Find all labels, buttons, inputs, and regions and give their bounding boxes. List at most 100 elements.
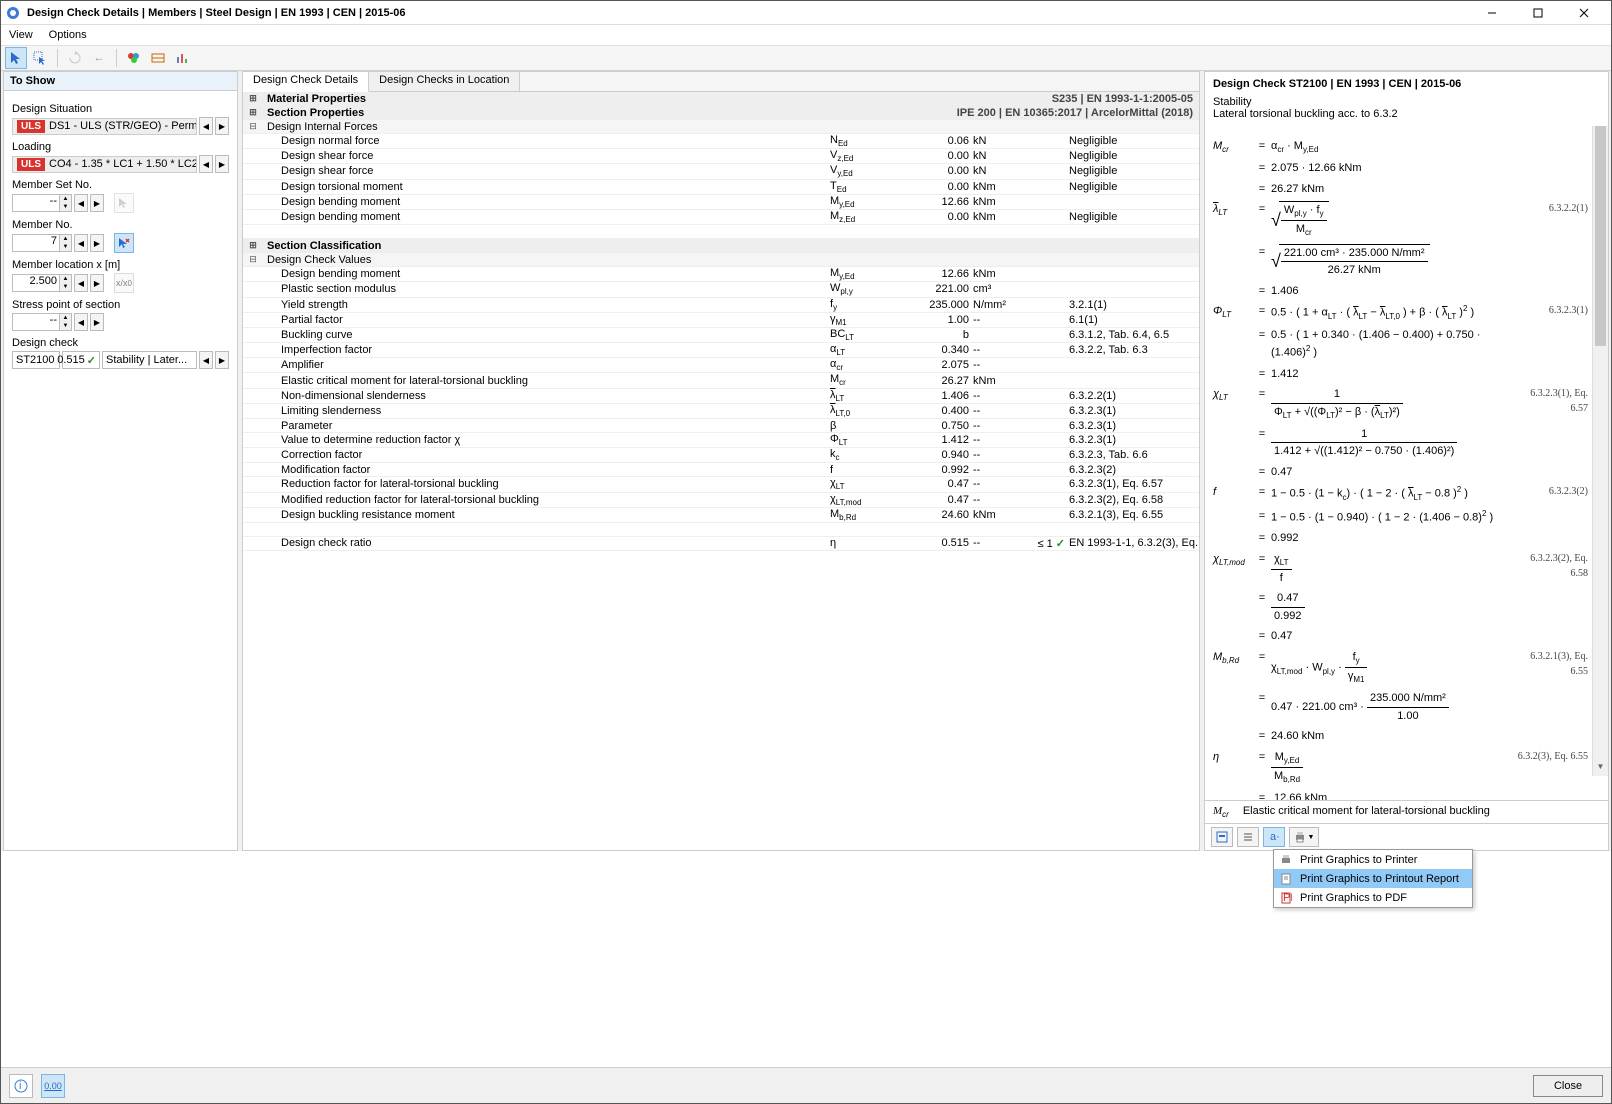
toolbar-select-icon[interactable] (29, 47, 51, 69)
stress-next-button[interactable]: ▶ (90, 313, 104, 331)
table-row[interactable]: Buckling curveBCLTb6.3.1.2, Tab. 6.4, 6.… (243, 328, 1199, 343)
right-panel-toolbar: a·z ▼ Print Graphics to Printer Print Gr… (1205, 823, 1608, 850)
member-no-label: Member No. (12, 219, 229, 231)
loading-next-button[interactable]: ▶ (215, 155, 229, 173)
toolbar-cursor-icon[interactable] (5, 47, 27, 69)
info-button[interactable]: i (9, 1074, 33, 1098)
rp-tool-1[interactable] (1211, 827, 1233, 847)
design-check-label: Design check (12, 337, 229, 349)
rp-tool-3[interactable]: a·z (1263, 827, 1285, 847)
maximize-button[interactable] (1515, 2, 1561, 24)
table-row[interactable]: Value to determine reduction factor χΦLT… (243, 433, 1199, 448)
dc-next-button[interactable]: ▶ (215, 351, 229, 369)
member-no-input[interactable]: 7▲▼ (12, 234, 72, 252)
print-to-pdf-item[interactable]: PDF Print Graphics to PDF (1274, 888, 1472, 907)
table-row[interactable]: Elastic critical moment for lateral-tors… (243, 373, 1199, 388)
table-row[interactable]: Design shear forceVy,Ed0.00kNNegligible (243, 164, 1199, 179)
loading-prev-button[interactable]: ◀ (199, 155, 213, 173)
memberset-next-button[interactable]: ▶ (90, 194, 104, 212)
right-panel: Design Check ST2100 | EN 1993 | CEN | 20… (1204, 71, 1609, 851)
svg-text:PDF: PDF (1283, 892, 1292, 904)
memberloc-prev-button[interactable]: ◀ (74, 274, 88, 292)
table-row[interactable]: Partial factorγM11.00--6.1(1) (243, 313, 1199, 328)
close-button[interactable]: Close (1533, 1075, 1603, 1097)
table-row[interactable]: Reduction factor for lateral-torsional b… (243, 477, 1199, 492)
toolbar-refresh-icon[interactable] (64, 47, 86, 69)
table-row[interactable]: Design normal forceNEd0.06kNNegligible (243, 134, 1199, 149)
memberloc-next-button[interactable]: ▶ (90, 274, 104, 292)
scrollbar-vertical[interactable]: ▼ (1592, 126, 1608, 776)
loading-label: Loading (12, 141, 229, 153)
member-set-input[interactable]: --▲▼ (12, 194, 72, 212)
rp-print-button[interactable]: ▼ (1289, 827, 1319, 847)
table-row[interactable]: Design buckling resistance momentMb,Rd24… (243, 508, 1199, 523)
table-row[interactable]: Design shear forceVz,Ed0.00kNNegligible (243, 149, 1199, 164)
dc-ratio-field[interactable]: 0.515✓ (62, 351, 100, 369)
titlebar: Design Check Details | Members | Steel D… (1, 1, 1611, 25)
left-panel-header: To Show (4, 72, 237, 91)
table-row[interactable]: Plastic section modulusWpl,y221.00cm³ (243, 282, 1199, 297)
memberno-next-button[interactable]: ▶ (90, 234, 104, 252)
table-row[interactable]: Design torsional momentTEd0.00kNmNegligi… (243, 180, 1199, 195)
table-row[interactable]: Imperfection factorαLT0.340--6.3.2.2, Ta… (243, 343, 1199, 358)
close-window-button[interactable] (1561, 2, 1607, 24)
report-icon (1278, 871, 1294, 887)
rp-tool-2[interactable] (1237, 827, 1259, 847)
table-row[interactable]: Yield strengthfy235.000N/mm²3.2.1(1) (243, 298, 1199, 313)
right-panel-sub1: Stability (1205, 96, 1608, 108)
table-row[interactable]: Limiting slendernessλLT,00.400--6.3.2.3(… (243, 404, 1199, 419)
print-dropdown-menu: Print Graphics to Printer Print Graphics… (1273, 849, 1473, 908)
memberno-pick-button[interactable] (114, 233, 134, 253)
equation-area: Mcr=αcr · My,Ed =2.075 · 12.66 kNm =26.2… (1205, 126, 1608, 800)
left-panel: To Show Design Situation ULS DS1 - ULS (… (3, 71, 238, 851)
toolbar-back-icon[interactable]: ← (88, 47, 110, 69)
table-row[interactable]: Modified reduction factor for lateral-to… (243, 493, 1199, 508)
table-row[interactable]: Design check ratioη0.515--≤ 1 ✓EN 1993-1… (243, 537, 1199, 551)
bottom-bar: i 0.00 Close (1, 1067, 1611, 1103)
ds-prev-button[interactable]: ◀ (199, 117, 213, 135)
menu-options[interactable]: Options (49, 29, 87, 41)
print-to-printer-item[interactable]: Print Graphics to Printer (1274, 850, 1472, 869)
units-button[interactable]: 0.00 (41, 1074, 65, 1098)
dc-name-select[interactable]: Stability | Later... (102, 351, 197, 369)
dc-prev-button[interactable]: ◀ (199, 351, 213, 369)
window-title: Design Check Details | Members | Steel D… (27, 7, 1469, 19)
details-grid: ⊞Material PropertiesS235 | EN 1993-1-1:2… (243, 92, 1199, 850)
table-row[interactable]: Non-dimensional slendernessλLT1.406--6.3… (243, 389, 1199, 404)
toolbar-view-icon[interactable] (147, 47, 169, 69)
table-row[interactable]: Correction factorkc0.940--6.3.2.3, Tab. … (243, 448, 1199, 463)
memberset-pick-button[interactable] (114, 193, 134, 213)
toolbar-colors-icon[interactable] (123, 47, 145, 69)
dc-id-select[interactable]: ST2100 (12, 351, 60, 369)
svg-text:i: i (19, 1080, 21, 1092)
memberno-prev-button[interactable]: ◀ (74, 234, 88, 252)
stress-point-input[interactable]: --▲▼ (12, 313, 72, 331)
tab-details[interactable]: Design Check Details (243, 72, 369, 92)
table-row[interactable]: Modification factorf0.992--6.3.2.3(2) (243, 463, 1199, 477)
right-panel-title: Design Check ST2100 | EN 1993 | CEN | 20… (1205, 72, 1608, 96)
table-row[interactable]: Parameterβ0.750--6.3.2.3(1) (243, 419, 1199, 433)
toolbar-bars-icon[interactable] (171, 47, 193, 69)
menu-view[interactable]: View (9, 29, 33, 41)
memberloc-xx-button[interactable]: x/x0 (114, 273, 134, 293)
member-location-input[interactable]: 2.500▲▼ (12, 274, 72, 292)
print-to-report-item[interactable]: Print Graphics to Printout Report (1274, 869, 1472, 888)
design-situation-select[interactable]: ULS DS1 - ULS (STR/GEO) - Permanent ... (12, 118, 197, 135)
stress-prev-button[interactable]: ◀ (74, 313, 88, 331)
minimize-button[interactable] (1469, 2, 1515, 24)
pdf-icon: PDF (1278, 890, 1294, 906)
stress-point-label: Stress point of section (12, 299, 229, 311)
table-row[interactable]: Amplifierαcr2.075-- (243, 358, 1199, 373)
main-toolbar: ← (1, 45, 1611, 71)
loading-select[interactable]: ULS CO4 - 1.35 * LC1 + 1.50 * LC2 + ... (12, 156, 197, 173)
printer-icon (1278, 852, 1294, 868)
member-set-label: Member Set No. (12, 179, 229, 191)
middle-panel: Design Check Details Design Checks in Lo… (242, 71, 1200, 851)
table-row[interactable]: Design bending momentMz,Ed0.00kNmNegligi… (243, 210, 1199, 225)
tab-location[interactable]: Design Checks in Location (369, 72, 520, 91)
ds-next-button[interactable]: ▶ (215, 117, 229, 135)
memberset-prev-button[interactable]: ◀ (74, 194, 88, 212)
table-row[interactable]: Design bending momentMy,Ed12.66kNm (243, 267, 1199, 282)
content-area: To Show Design Situation ULS DS1 - ULS (… (1, 71, 1611, 851)
table-row[interactable]: Design bending momentMy,Ed12.66kNm (243, 195, 1199, 210)
